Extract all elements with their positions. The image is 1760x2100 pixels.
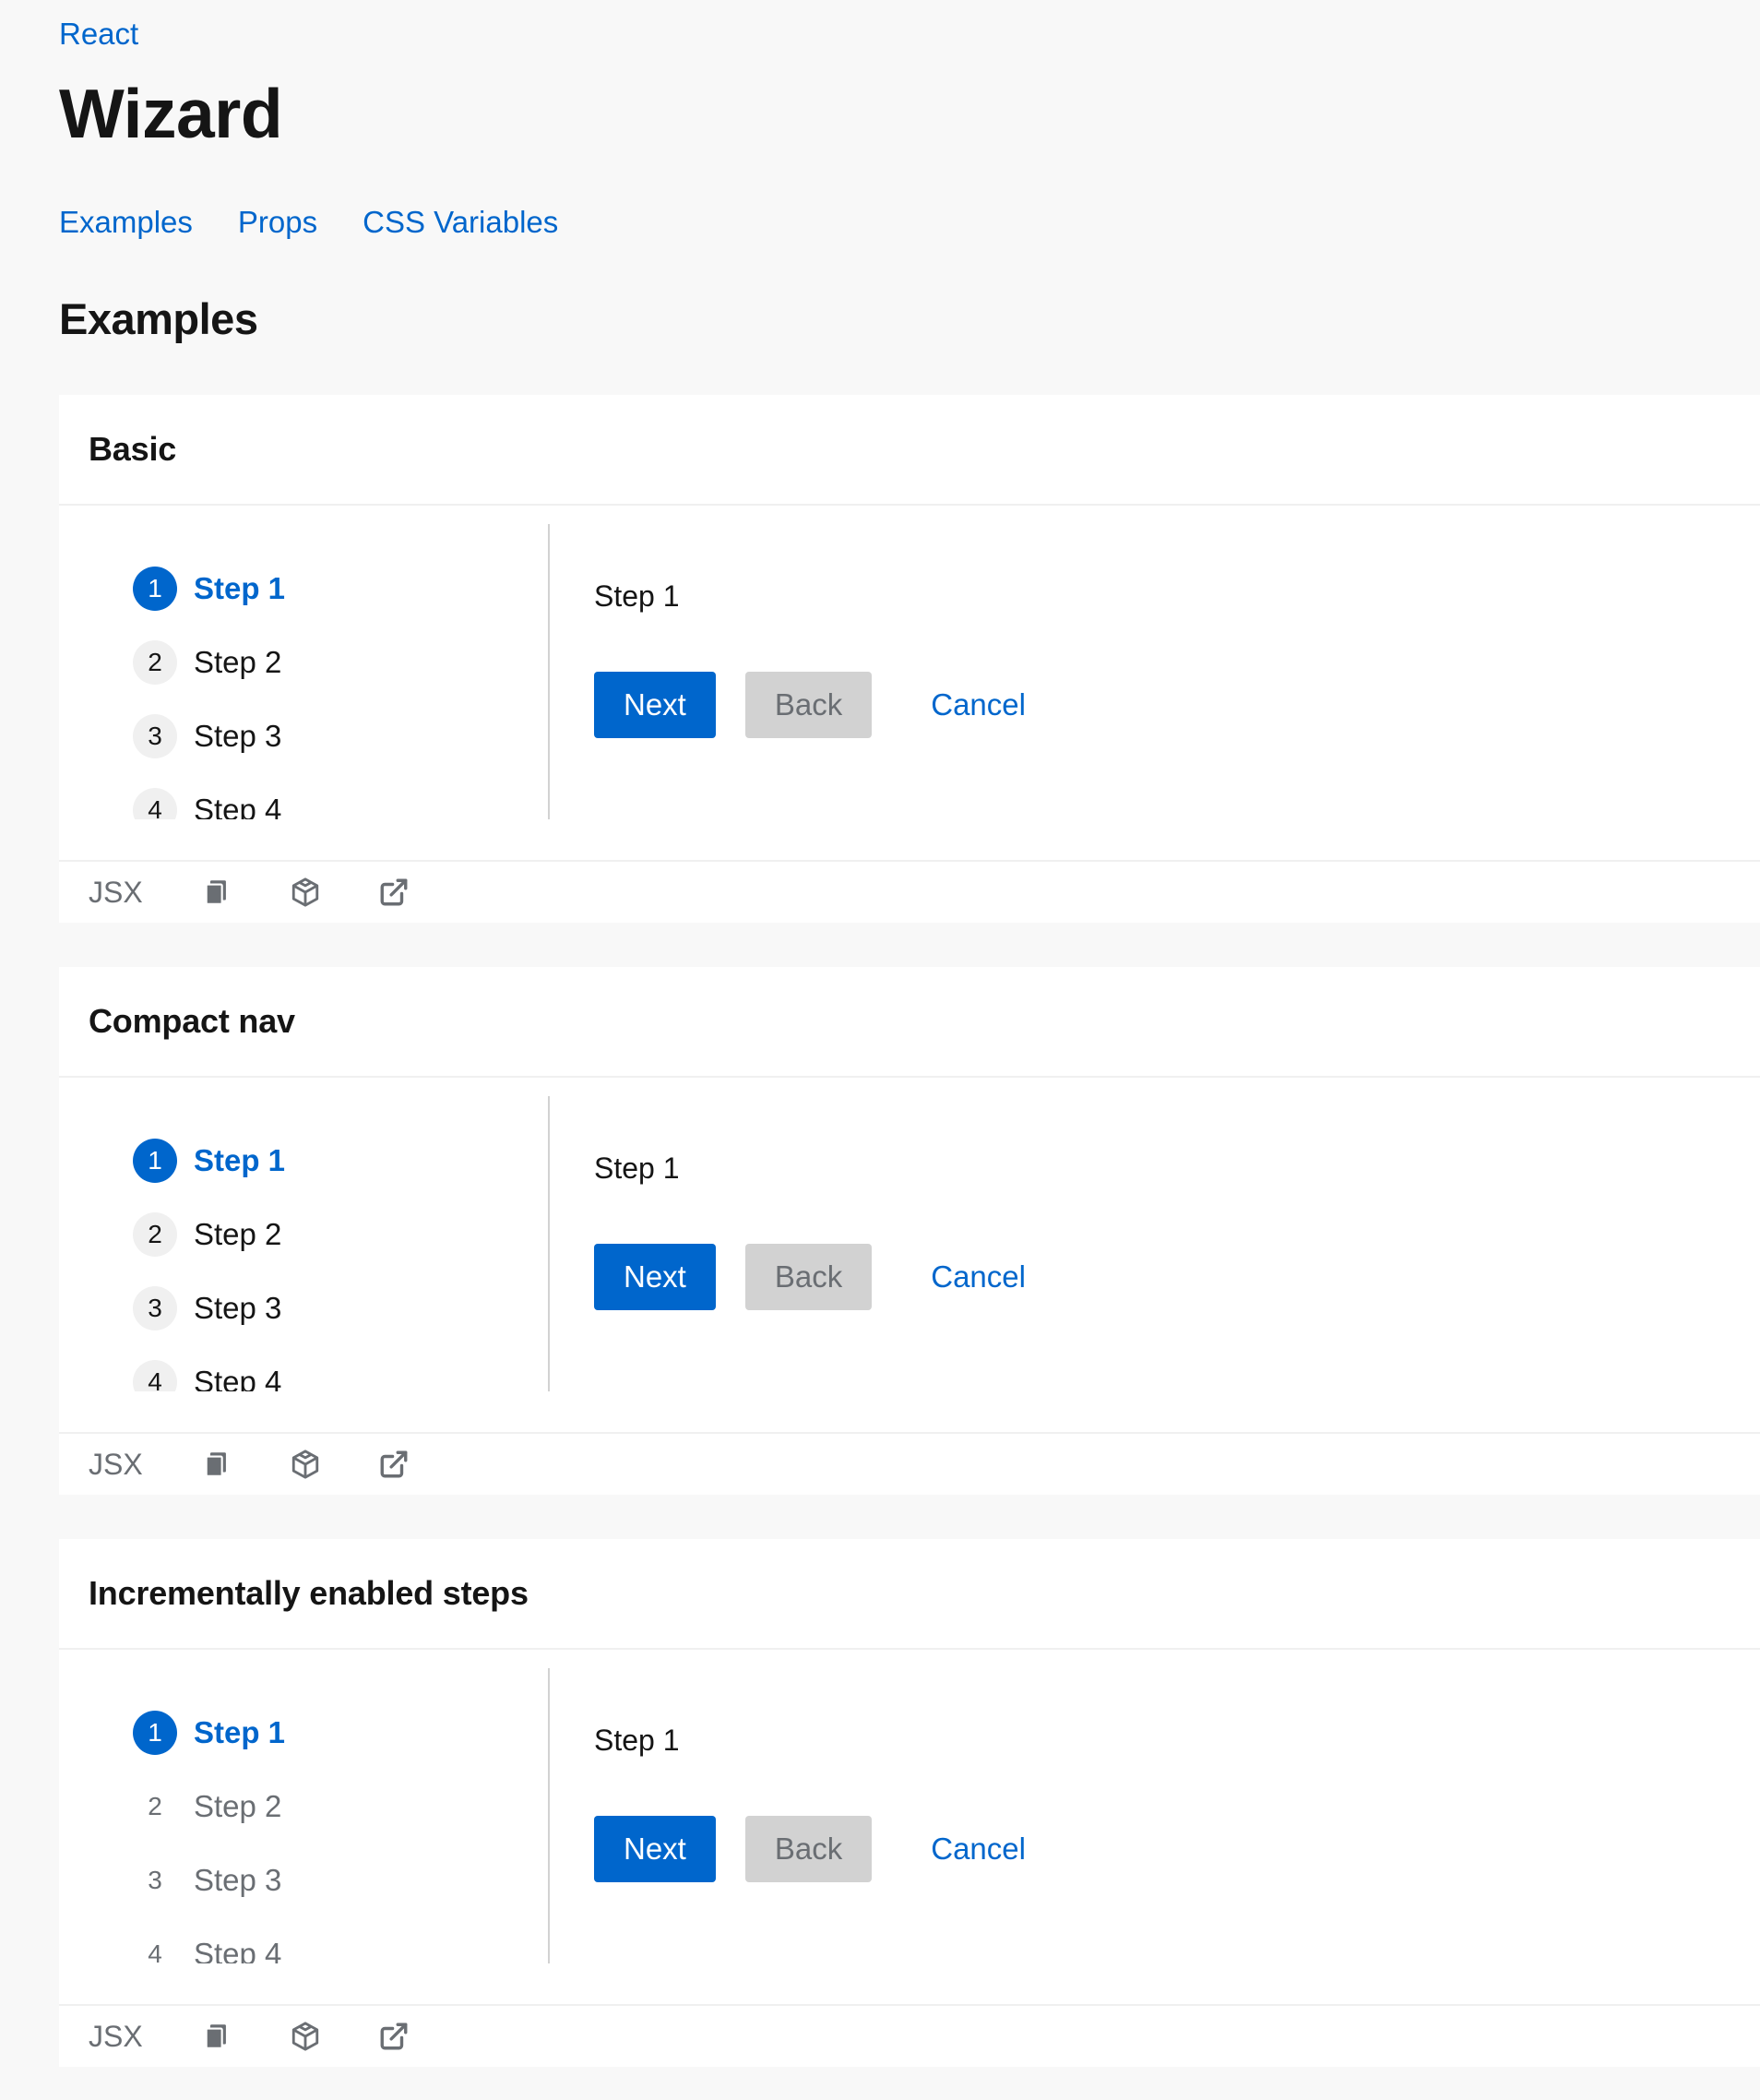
external-link-icon[interactable] [377, 1448, 410, 1481]
wizard-nav-item-step-1[interactable]: 1 Step 1 [133, 1696, 285, 1770]
cancel-button[interactable]: Cancel [901, 1816, 1055, 1882]
wizard-nav-list: 1 Step 1 2 Step 2 3 Step 3 4 Step 4 [133, 552, 285, 819]
wizard-main: Step 1 Next Back Cancel [594, 1078, 1760, 1432]
step-number: 2 [133, 640, 177, 685]
wizard-nav-item-step-4[interactable]: 4 Step 4 [133, 773, 285, 819]
step-label: Step 2 [194, 1217, 282, 1251]
back-button[interactable]: Back [744, 1244, 873, 1310]
jump-link-props[interactable]: Props [238, 205, 317, 240]
wizard-main: Step 1 Next Back Cancel [594, 1650, 1760, 2004]
copy-icon[interactable] [200, 1448, 233, 1481]
wizard-footer: Next Back Cancel [594, 672, 1055, 738]
next-button[interactable]: Next [594, 672, 716, 738]
step-number: 2 [133, 1212, 177, 1257]
next-button[interactable]: Next [594, 1816, 716, 1882]
step-number: 4 [148, 1939, 162, 1963]
step-number: 3 [133, 714, 177, 758]
wizard: 1 Step 1 2 Step 2 3 Step 3 4 Step 4 Step… [59, 1650, 1760, 2004]
section-heading-examples: Examples [59, 294, 258, 343]
wizard-footer: Next Back Cancel [594, 1244, 1055, 1310]
toolbar-language-label: JSX [89, 1447, 143, 1481]
step-number: 1 [133, 567, 177, 611]
step-label: Step 4 [194, 1937, 282, 1963]
wizard-body: Step 1 [594, 579, 680, 613]
codesandbox-icon[interactable] [289, 1448, 322, 1481]
example-title: Compact nav [89, 1002, 295, 1040]
example-title: Basic [89, 430, 177, 468]
codesandbox-icon[interactable] [289, 876, 322, 909]
wizard-nav: 1 Step 1 2 Step 2 3 Step 3 4 Step 4 [59, 1668, 550, 1963]
step-label: Step 1 [194, 571, 286, 605]
wizard-footer: Next Back Cancel [594, 1816, 1055, 1882]
jump-links: Examples Props CSS Variables [59, 205, 558, 240]
wizard-nav-list: 1 Step 1 2 Step 2 3 Step 3 4 Step 4 [133, 1124, 285, 1391]
step-number: 2 [148, 1792, 162, 1820]
example-title: Incrementally enabled steps [89, 1574, 529, 1612]
toolbar-language-label: JSX [89, 2019, 143, 2053]
step-number: 1 [133, 1711, 177, 1755]
example-incrementally-enabled-steps: Incrementally enabled steps 1 Step 1 2 S… [59, 1539, 1760, 2067]
step-label: Step 4 [194, 1365, 282, 1391]
wizard-nav-item-step-3[interactable]: 3 Step 3 [133, 699, 285, 773]
example-compact-nav: Compact nav 1 Step 1 2 Step 2 3 Step 3 4… [59, 967, 1760, 1495]
wizard-body: Step 1 [594, 1724, 680, 1757]
code-toolbar: JSX [89, 862, 466, 923]
step-label: Step 4 [194, 793, 282, 819]
wizard-nav-item-step-1[interactable]: 1 Step 1 [133, 1124, 285, 1198]
breadcrumb-react[interactable]: React [59, 17, 138, 52]
step-number: 1 [133, 1139, 177, 1183]
jump-link-examples[interactable]: Examples [59, 205, 193, 240]
page: React Wizard Examples Props CSS Variable… [0, 0, 1760, 2100]
toolbar-language-label: JSX [89, 875, 143, 909]
example-basic: Basic 1 Step 1 2 Step 2 3 Step 3 4 Step … [59, 395, 1760, 923]
cancel-button[interactable]: Cancel [901, 672, 1055, 738]
page-title: Wizard [59, 75, 283, 152]
copy-icon[interactable] [200, 2020, 233, 2053]
step-number: 3 [148, 1866, 162, 1894]
wizard-nav: 1 Step 1 2 Step 2 3 Step 3 4 Step 4 [59, 524, 550, 819]
step-label: Step 3 [194, 1291, 282, 1325]
next-button[interactable]: Next [594, 1244, 716, 1310]
copy-icon[interactable] [200, 876, 233, 909]
step-number: 4 [133, 1360, 177, 1391]
wizard-nav-item-step-3[interactable]: 3 Step 3 [133, 1271, 285, 1345]
wizard-nav: 1 Step 1 2 Step 2 3 Step 3 4 Step 4 [59, 1096, 550, 1391]
wizard-nav-item-step-1[interactable]: 1 Step 1 [133, 552, 285, 626]
code-toolbar: JSX [89, 2006, 466, 2067]
external-link-icon[interactable] [377, 2020, 410, 2053]
step-label: Step 3 [194, 1863, 282, 1897]
codesandbox-icon[interactable] [289, 2020, 322, 2053]
step-label: Step 2 [194, 645, 282, 679]
wizard: 1 Step 1 2 Step 2 3 Step 3 4 Step 4 Step… [59, 506, 1760, 860]
external-link-icon[interactable] [377, 876, 410, 909]
back-button[interactable]: Back [744, 1816, 873, 1882]
wizard-nav-list: 1 Step 1 2 Step 2 3 Step 3 4 Step 4 [133, 1696, 285, 1963]
wizard: 1 Step 1 2 Step 2 3 Step 3 4 Step 4 Step… [59, 1078, 1760, 1432]
step-number: 3 [133, 1286, 177, 1330]
step-label: Step 1 [194, 1715, 286, 1749]
cancel-button[interactable]: Cancel [901, 1244, 1055, 1310]
wizard-body: Step 1 [594, 1151, 680, 1185]
wizard-nav-item-step-3: 3 Step 3 [133, 1843, 285, 1917]
jump-link-css-variables[interactable]: CSS Variables [363, 205, 558, 240]
back-button[interactable]: Back [744, 672, 873, 738]
wizard-nav-item-step-4[interactable]: 4 Step 4 [133, 1345, 285, 1391]
step-label: Step 3 [194, 719, 282, 753]
wizard-nav-item-step-2: 2 Step 2 [133, 1770, 285, 1843]
step-number: 4 [133, 788, 177, 819]
code-toolbar: JSX [89, 1434, 466, 1495]
wizard-main: Step 1 Next Back Cancel [594, 506, 1760, 860]
step-label: Step 2 [194, 1789, 282, 1823]
wizard-nav-item-step-4: 4 Step 4 [133, 1917, 285, 1963]
wizard-nav-item-step-2[interactable]: 2 Step 2 [133, 1198, 285, 1271]
wizard-nav-item-step-2[interactable]: 2 Step 2 [133, 626, 285, 699]
step-label: Step 1 [194, 1143, 286, 1177]
